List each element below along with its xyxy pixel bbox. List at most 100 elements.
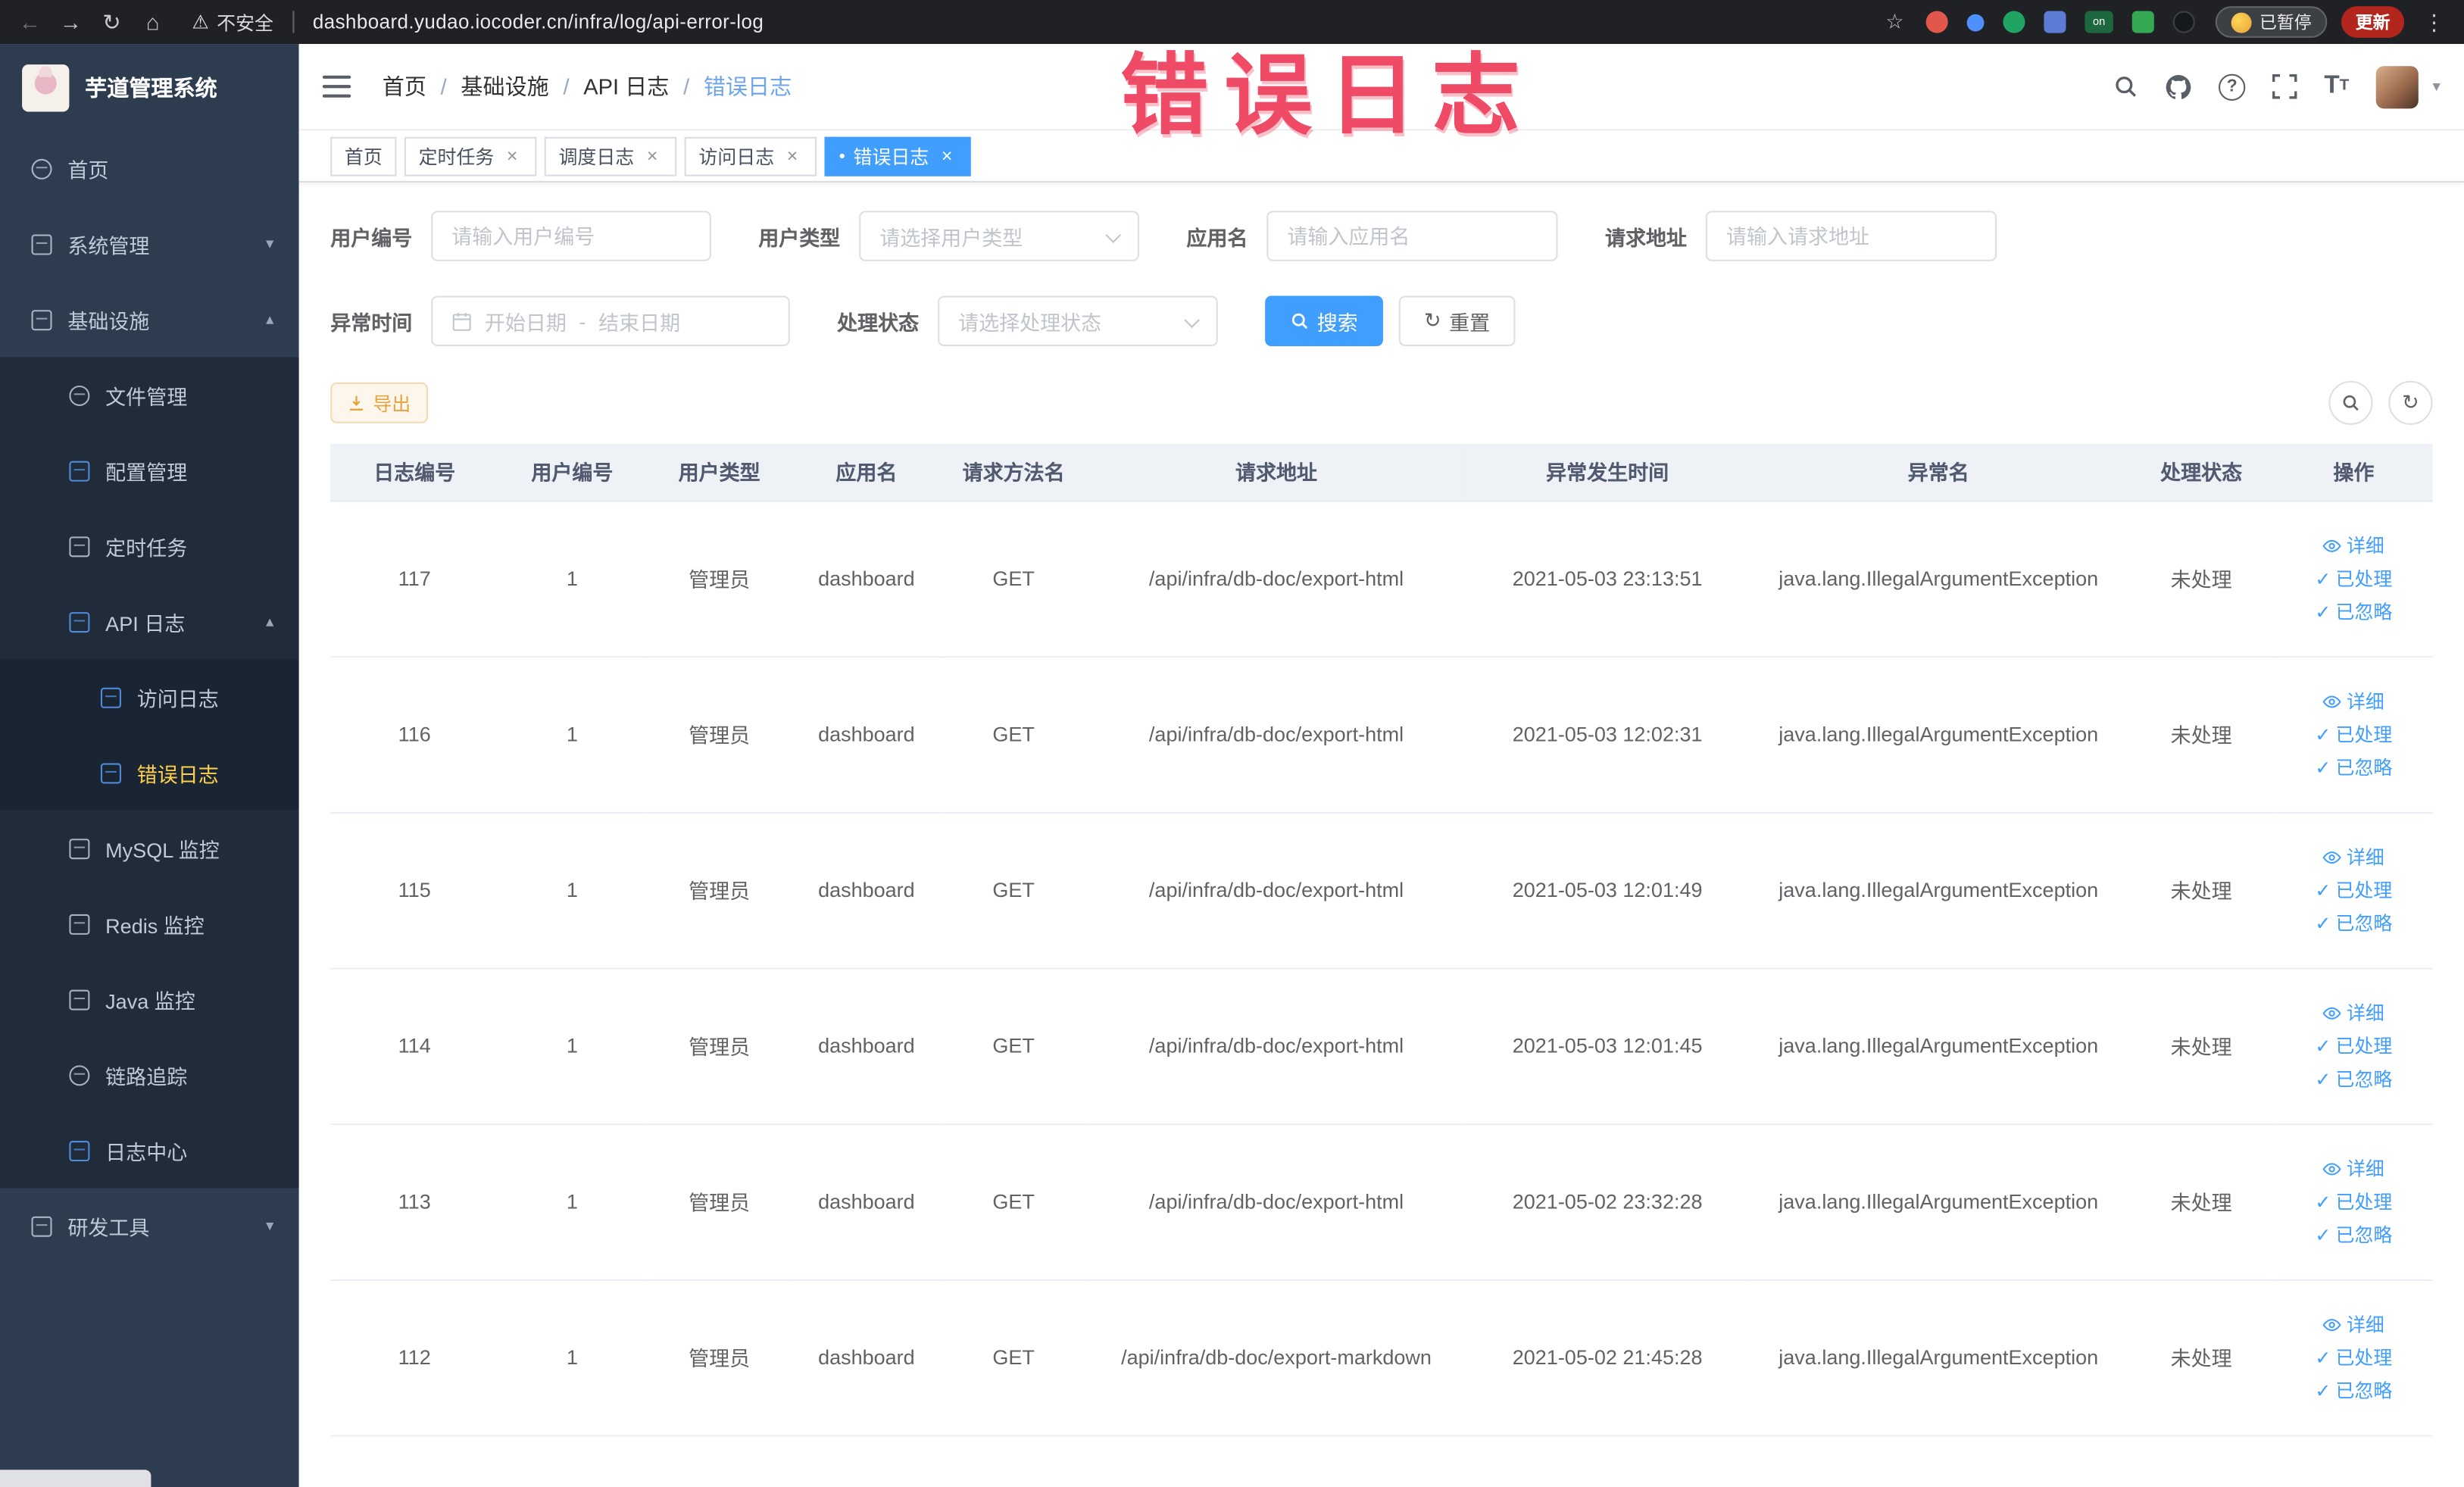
chevron-up-icon: ▴ [265, 311, 274, 329]
sidebar-item-scheduled-tasks[interactable]: 定时任务 [0, 508, 299, 584]
user-type-cell: 管理员 [645, 1279, 793, 1436]
sidebar-item-label: API 日志 [105, 611, 186, 636]
browser-menu-icon[interactable]: ⋮ [2417, 8, 2452, 35]
mark-ignored-link[interactable]: ✓ 已忽略 [2315, 595, 2392, 627]
tab-home[interactable]: 首页 [330, 136, 397, 176]
app-name-input[interactable] [1266, 211, 1558, 261]
toggle-search-button[interactable] [2328, 380, 2373, 425]
sidebar-item-config-management[interactable]: 配置管理 [0, 433, 299, 508]
detail-link[interactable]: 详细 [2323, 530, 2384, 561]
sidebar-item-tracing[interactable]: 链路追踪 [0, 1036, 299, 1113]
breadcrumb-item-api-log[interactable]: API 日志 [583, 70, 669, 102]
extension-icon-grid[interactable] [2044, 11, 2066, 33]
sidebar-item-redis-monitor[interactable]: Redis 监控 [0, 886, 299, 962]
extension-icon-on-badge[interactable]: on [2085, 11, 2113, 33]
extension-icon-red[interactable] [1925, 11, 1948, 33]
mark-processed-link[interactable]: ✓ 已处理 [2315, 563, 2392, 595]
github-icon[interactable] [2166, 73, 2192, 100]
tab-access-log[interactable]: 访问日志 × [684, 136, 817, 176]
search-button[interactable]: 搜索 [1265, 295, 1384, 347]
chevron-down-icon [1184, 312, 1200, 329]
mark-processed-link[interactable]: ✓ 已处理 [2315, 718, 2392, 750]
method-cell: GET [940, 811, 1088, 969]
user-type-cell: 管理员 [645, 500, 793, 658]
sidebar-item-access-log[interactable]: 访问日志 [0, 659, 299, 736]
bookmark-star-icon[interactable]: ☆ [1885, 9, 1903, 34]
app-logo[interactable]: 芋道管理系统 [0, 44, 299, 131]
browser-update-button[interactable]: 更新 [2341, 6, 2405, 38]
exception-cell: java.lang.IllegalArgumentException [1749, 500, 2128, 658]
tab-close-icon[interactable]: × [782, 145, 803, 167]
detail-link[interactable]: 详细 [2323, 1308, 2384, 1340]
sidebar-item-home[interactable]: 首页 [0, 130, 299, 206]
database-icon [69, 838, 90, 859]
request-url-cell: /api/infra/db-doc/export-html [1087, 500, 1466, 658]
breadcrumb-item-infrastructure[interactable]: 基础设施 [461, 70, 548, 102]
mark-processed-link[interactable]: ✓ 已处理 [2315, 1186, 2392, 1217]
search-icon[interactable] [2113, 74, 2138, 99]
request-url-input[interactable] [1705, 211, 1997, 261]
sidebar-item-error-log[interactable]: 错误日志 [0, 735, 299, 811]
sidebar-item-log-center[interactable]: 日志中心 [0, 1112, 299, 1189]
sidebar-item-file-management[interactable]: 文件管理 [0, 357, 299, 433]
log-id-cell: 112 [330, 1279, 499, 1436]
extension-icon-green[interactable] [2003, 11, 2025, 33]
breadcrumb-item-home[interactable]: 首页 [383, 70, 426, 102]
tab-close-icon[interactable]: × [642, 145, 663, 167]
check-icon: ✓ [2315, 723, 2331, 745]
extension-icon-leaf[interactable] [2131, 11, 2154, 33]
sidebar-item-dev-tools[interactable]: 研发工具 ▾ [0, 1188, 299, 1264]
range-separator: - [579, 309, 586, 333]
reload-icon[interactable]: ↻ [95, 5, 130, 39]
reset-button[interactable]: ↻ 重置 [1398, 295, 1516, 347]
breadcrumb-separator: / [563, 73, 570, 99]
back-icon[interactable]: ← [13, 5, 48, 39]
mark-processed-link[interactable]: ✓ 已处理 [2315, 1342, 2392, 1373]
sidebar-item-infrastructure[interactable]: 基础设施 ▴ [0, 282, 299, 358]
detail-link[interactable]: 详细 [2323, 686, 2384, 717]
help-icon[interactable]: ? [2219, 73, 2246, 100]
user-type-select[interactable]: 请选择用户类型 [859, 211, 1140, 261]
tools-icon [31, 1215, 52, 1236]
profile-paused-badge[interactable]: 已暂停 [2215, 6, 2328, 38]
export-button[interactable]: 导出 [330, 382, 429, 423]
security-chip[interactable]: ⚠ 不安全 [192, 8, 273, 35]
detail-link[interactable]: 详细 [2323, 997, 2384, 1029]
mark-ignored-link[interactable]: ✓ 已忽略 [2315, 1219, 2392, 1251]
tab-dispatch-log[interactable]: 调度日志 × [544, 136, 677, 176]
tab-scheduled-tasks[interactable]: 定时任务 × [404, 136, 537, 176]
fullscreen-icon[interactable] [2272, 74, 2297, 99]
mark-ignored-link[interactable]: ✓ 已忽略 [2315, 908, 2392, 939]
date-range-picker[interactable]: 开始日期 - 结束日期 [431, 295, 790, 347]
home-icon[interactable]: ⌂ [136, 5, 170, 39]
extension-icon-dark[interactable] [2172, 11, 2195, 33]
hamburger-icon[interactable] [322, 75, 354, 98]
tab-error-log[interactable]: ● 错误日志 × [824, 136, 972, 176]
check-icon: ✓ [2315, 879, 2331, 901]
filter-request-url: 请求地址 [1605, 211, 1997, 261]
mark-ignored-link[interactable]: ✓ 已忽略 [2315, 1063, 2392, 1095]
tab-close-icon[interactable]: × [937, 145, 957, 167]
tab-close-icon[interactable]: × [502, 145, 523, 167]
sidebar-item-java-monitor[interactable]: Java 监控 [0, 961, 299, 1037]
caret-down-icon[interactable]: ▾ [2432, 78, 2440, 95]
sidebar-item-mysql-monitor[interactable]: MySQL 监控 [0, 810, 299, 886]
sidebar-item-system-management[interactable]: 系统管理 ▾ [0, 206, 299, 282]
mark-processed-link[interactable]: ✓ 已处理 [2315, 1030, 2392, 1062]
mark-ignored-link[interactable]: ✓ 已忽略 [2315, 1375, 2392, 1407]
process-status-select[interactable]: 请选择处理状态 [938, 295, 1218, 347]
detail-link[interactable]: 详细 [2323, 841, 2384, 873]
forward-icon[interactable]: → [54, 5, 89, 39]
log-center-icon [69, 1140, 90, 1161]
mark-ignored-link[interactable]: ✓ 已忽略 [2315, 751, 2392, 783]
user-id-input[interactable] [431, 211, 711, 261]
font-size-icon[interactable]: TT [2324, 73, 2349, 99]
extension-icon-blue[interactable] [1966, 13, 1985, 31]
user-avatar[interactable] [2375, 65, 2419, 108]
check-icon: ✓ [2315, 1034, 2331, 1057]
url-text[interactable]: dashboard.yudao.iocoder.cn/infra/log/api… [313, 11, 764, 33]
refresh-table-button[interactable]: ↻ [2388, 380, 2433, 425]
detail-link[interactable]: 详细 [2323, 1153, 2384, 1185]
mark-processed-link[interactable]: ✓ 已处理 [2315, 874, 2392, 906]
sidebar-item-api-log[interactable]: API 日志 ▴ [0, 583, 299, 660]
